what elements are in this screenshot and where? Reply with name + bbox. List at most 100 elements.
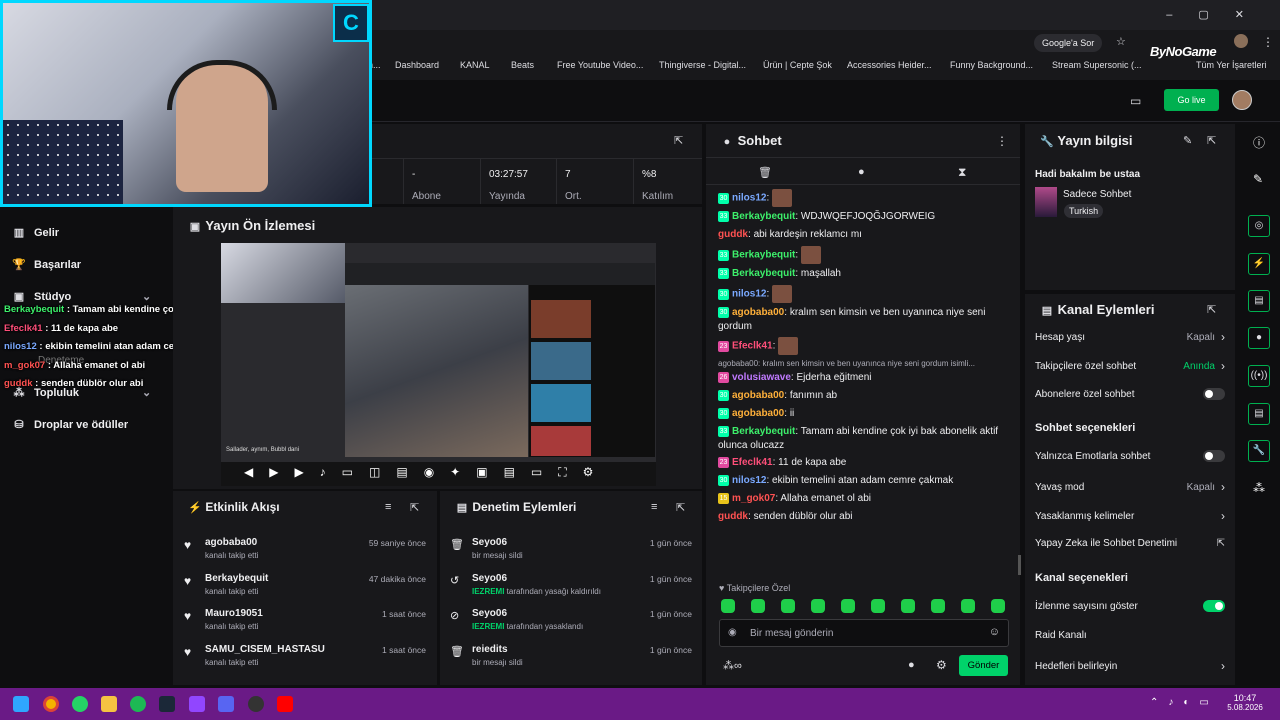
bolt-icon[interactable]: ⚡ — [1248, 253, 1270, 275]
chat-message[interactable]: 33 Berkaybequit: WDJWQEFJOQĞJGORWEIG — [718, 210, 1010, 225]
chat-username[interactable]: guddk — [718, 511, 748, 522]
emote-icon[interactable] — [751, 599, 765, 613]
theater-mode-icon[interactable]: ▭ — [1130, 94, 1141, 108]
setting-control[interactable] — [1203, 450, 1225, 462]
document-icon[interactable]: ▤ — [1248, 290, 1270, 312]
chat-mode-icon[interactable]: ● — [858, 166, 865, 178]
emote-icon[interactable] — [841, 599, 855, 613]
window-controls[interactable]: –▢✕ — [1166, 8, 1270, 21]
emote-icon[interactable] — [931, 599, 945, 613]
setting-control[interactable]: ⇱ — [1217, 538, 1225, 549]
app-icon[interactable] — [248, 696, 264, 712]
bookmark-item[interactable]: Dashboard — [395, 60, 439, 70]
moderation-item[interactable]: ⊘ Seyo06 IEZREMI tarafından yasaklandı 1 gü… — [446, 606, 696, 638]
chat-bubble-icon[interactable]: ● — [908, 659, 915, 671]
emote-icon[interactable] — [871, 599, 885, 613]
setting-control[interactable]: › — [1221, 509, 1225, 523]
chat-message[interactable]: 23 Efeclk41: — [718, 337, 1010, 355]
chat-username[interactable]: Berkaybequit — [732, 211, 795, 222]
sidebar-item-3[interactable]: ⁂ Topluluk ⌄ — [12, 386, 162, 406]
wrench-icon[interactable]: 🔧 — [1248, 440, 1270, 462]
setting-row[interactable]: Hesap yaşı Kapalı › — [1035, 330, 1225, 344]
chat-username[interactable]: volusiawave — [732, 372, 791, 383]
setting-row[interactable]: İzlenme sayısını göster — [1035, 600, 1225, 612]
chat-username[interactable]: agobaba00 — [732, 307, 784, 318]
setting-control[interactable] — [1203, 600, 1225, 612]
youtube-icon[interactable] — [277, 696, 293, 712]
chat-input[interactable]: ◉ Bir mesaj gönderin ☺ — [719, 619, 1009, 647]
chat-message[interactable]: 26 volusiawave: Ejderha eğitmeni — [718, 371, 1010, 386]
moderation-item[interactable]: 🗑 reiedits bir mesajı sildi 1 gün önce — [446, 642, 696, 674]
activity-item[interactable]: ♥ SAMU_CISEM_HASTASU kanalı takip etti 1 sa… — [180, 642, 430, 674]
popout-icon[interactable]: ⇱ — [674, 134, 683, 147]
camera-icon[interactable]: ◎ — [1248, 215, 1270, 237]
google-ask-button[interactable]: Google'a Sor — [1034, 34, 1103, 52]
emoji-icon[interactable]: ☺ — [989, 626, 1000, 638]
chat-message[interactable]: 33 Berkaybequit: Tamam abi kendine çok iy… — [718, 425, 1010, 453]
filter-icon[interactable]: ≡ — [651, 501, 657, 513]
settings-gear-icon[interactable]: ⚙ — [936, 658, 947, 672]
send-button[interactable]: Gönder — [959, 655, 1008, 676]
chat-message[interactable]: 33 Berkaybequit: maşallah — [718, 267, 1010, 282]
extensions-icon[interactable]: ⁂ — [1253, 481, 1265, 495]
discord-icon[interactable] — [218, 696, 234, 712]
user-avatar[interactable] — [1232, 90, 1252, 110]
toggle-switch[interactable] — [1203, 600, 1225, 612]
spotify-icon[interactable] — [130, 696, 146, 712]
bookmark-item[interactable]: Free Youtube Video... — [557, 60, 643, 70]
moderation-item[interactable]: ↺ Seyo06 IEZREMI tarafından yasağı kaldırı… — [446, 571, 696, 603]
activity-item[interactable]: ♥ agobaba00 kanalı takip etti 59 saniye önc… — [180, 535, 430, 567]
steam-icon[interactable] — [159, 696, 175, 712]
bookmark-item[interactable]: Beats — [511, 60, 534, 70]
setting-control[interactable]: Anında › — [1183, 359, 1225, 373]
bookmark-item[interactable]: KANAL — [460, 60, 490, 70]
setting-row[interactable]: Yapay Zeka ile Sohbet Denetimi ⇱ — [1035, 538, 1225, 549]
filter-icon[interactable]: ≡ — [385, 501, 391, 513]
setting-control[interactable]: Kapalı › — [1187, 480, 1225, 494]
activity-item[interactable]: ♥ Berkaybequit kanalı takip etti 47 dakika … — [180, 571, 430, 603]
toggle-switch[interactable] — [1203, 450, 1225, 462]
chat-username[interactable]: nilos12 — [732, 289, 766, 300]
chat-username[interactable]: Berkaybequit — [732, 250, 795, 261]
points-icon[interactable]: ⁂∞ — [723, 659, 742, 672]
sidebar-item-0[interactable]: ▥ Gelir — [12, 226, 162, 246]
chat-message[interactable]: 30 agobaba00: fanımın ab — [718, 389, 1010, 404]
setting-row[interactable]: Abonelere özel sohbet — [1035, 388, 1225, 400]
emote-icon[interactable] — [811, 599, 825, 613]
chat-menu-icon[interactable]: ⋮ — [996, 134, 1008, 148]
moderation-item[interactable]: 🗑 Seyo06 bir mesajı sildi 1 gün önce — [446, 535, 696, 567]
trash-icon[interactable]: 🗑 — [758, 166, 772, 179]
obs-icon[interactable] — [189, 696, 205, 712]
emote-icon[interactable] — [961, 599, 975, 613]
emote-icon[interactable] — [991, 599, 1005, 613]
tray-icons[interactable]: ⌃♪◐▭ — [1150, 697, 1219, 708]
chat-username[interactable]: nilos12 — [732, 193, 766, 204]
chat-message[interactable]: 15 m_gok07: Allaha emanet ol abi — [718, 492, 1010, 507]
chat-username[interactable]: Berkaybequit — [732, 426, 795, 437]
bookmark-item[interactable]: Stream Supersonic (... — [1052, 60, 1142, 70]
chat-username[interactable]: m_gok07 — [732, 493, 775, 504]
bookmark-item[interactable]: Accessories Heider... — [847, 60, 932, 70]
clock[interactable]: 10:47 5.08.2026 — [1222, 693, 1268, 712]
chrome-icon[interactable] — [43, 696, 59, 712]
profile-avatar[interactable] — [1234, 34, 1248, 48]
setting-row[interactable]: Yasaklanmış kelimeler › — [1035, 509, 1225, 523]
go-live-button[interactable]: Go live — [1164, 89, 1219, 111]
chat-message[interactable]: 30 agobaba00: kralım sen kimsin ve ben uy… — [718, 306, 1010, 334]
chat-username[interactable]: agobaba00 — [732, 390, 784, 401]
whatsapp-icon[interactable] — [72, 696, 88, 712]
setting-row[interactable]: Takipçilere özel sohbet Anında › — [1035, 359, 1225, 373]
chevron-down-icon[interactable]: ⌄ — [142, 386, 151, 399]
chat-scrollbar[interactable] — [1018, 555, 1021, 575]
bookmark-item[interactable]: Ürün | Cepte Şok — [763, 60, 832, 70]
sidebar-item-1[interactable]: 🏆 Başarılar — [12, 258, 162, 278]
pencil-icon[interactable]: ✎ — [1253, 172, 1263, 186]
chat-message[interactable]: 23 Efeclk41: 11 de kapa abe — [718, 456, 1010, 471]
setting-control[interactable]: › — [1221, 659, 1225, 673]
activity-item[interactable]: ♥ Mauro19051 kanalı takip etti 1 saat önce — [180, 606, 430, 638]
chat-message[interactable]: 30 agobaba00: ii — [718, 407, 1010, 422]
setting-control[interactable]: Kapalı › — [1187, 330, 1225, 344]
emote-icon[interactable] — [901, 599, 915, 613]
setting-row[interactable]: Yalnızca Emotlarla sohbet — [1035, 450, 1225, 462]
chevron-down-icon[interactable]: ⌄ — [142, 290, 151, 303]
